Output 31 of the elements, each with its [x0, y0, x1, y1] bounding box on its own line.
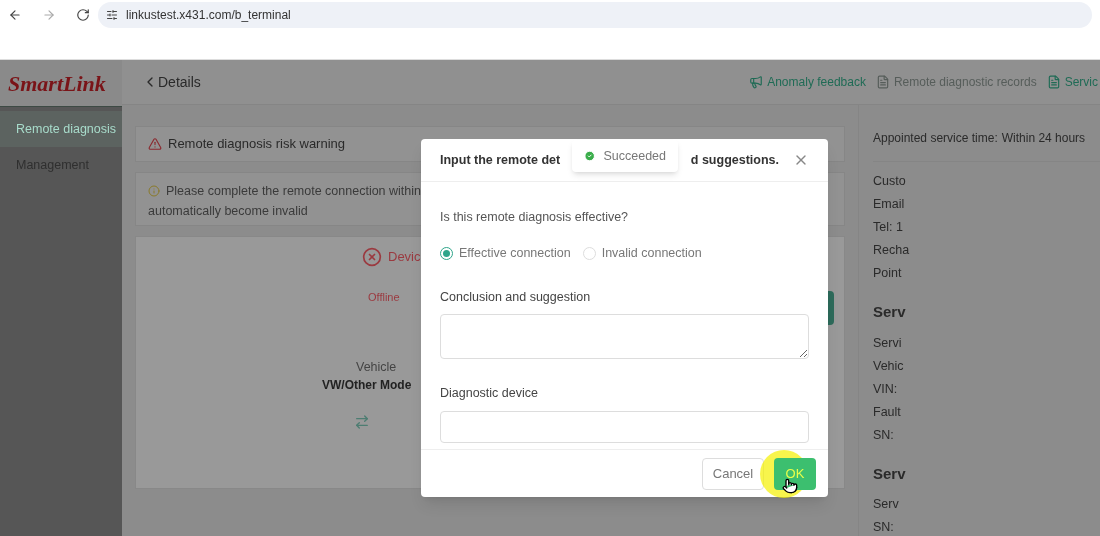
detail-text: Email	[873, 196, 906, 212]
detail-text: Serv	[873, 496, 900, 512]
vehicle-label: Vehicle	[356, 358, 397, 376]
field-label: Diagnostic device	[440, 385, 539, 403]
detail-text: Point	[873, 265, 903, 281]
question-text: Is this remote diagnosis effective?	[440, 209, 630, 226]
detail-text: VIN:	[873, 380, 899, 397]
detail-text: Recha	[873, 242, 911, 258]
notice-text: Please complete the remote connection within	[166, 183, 421, 200]
detail-text: Tel: 1	[873, 219, 904, 235]
detail-text: Custo	[873, 173, 907, 189]
vehicle-value: VW/Other Mode	[322, 377, 412, 395]
detail-text: SN:	[873, 426, 895, 443]
notice-text: automatically become invalid	[148, 204, 308, 218]
detail-text: Vehic	[873, 357, 905, 374]
device-status-title: Devic	[388, 248, 421, 267]
field-label: Conclusion and suggestion	[440, 288, 592, 306]
detail-text: Fault	[873, 403, 902, 420]
section-title: Serv	[873, 463, 907, 484]
status-text: Offline	[368, 290, 400, 305]
risk-warning-text: Remote diagnosis risk warning	[168, 135, 346, 154]
section-title: Serv	[873, 302, 907, 322]
url-text: linkustest.x431.com/b_terminal	[126, 7, 291, 24]
toast-message: Succeeded	[603, 147, 666, 165]
detail-text: SN:	[873, 519, 895, 535]
logo: SmartLink	[8, 69, 106, 98]
appointed-time-label: Appointed service time:	[873, 130, 998, 147]
dialog-title: d suggestions.	[690, 151, 779, 169]
dialog-title: Input the remote det	[440, 151, 561, 169]
detail-text: Servi	[873, 334, 903, 351]
appointed-time-value: Within 24 hours	[1001, 130, 1086, 147]
